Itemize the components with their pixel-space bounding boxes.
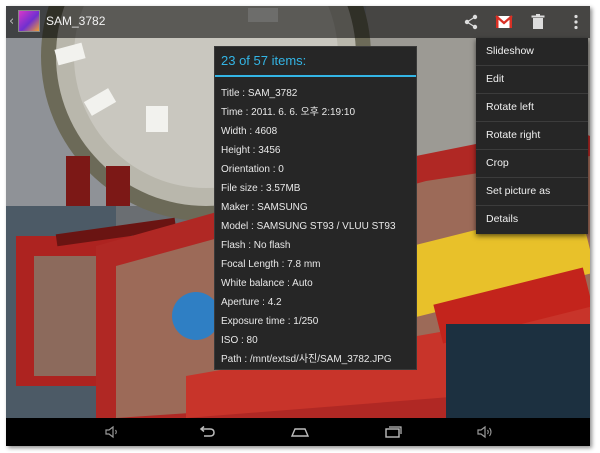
overflow-menu: Slideshow Edit Rotate left Rotate right … (476, 38, 588, 234)
detail-row-exposure-time: Exposure time : 1/250 (221, 316, 319, 327)
menu-item-rotate-left[interactable]: Rotate left (476, 94, 588, 122)
detail-row-maker: Maker : SAMSUNG (221, 202, 308, 213)
menu-item-edit[interactable]: Edit (476, 66, 588, 94)
recent-apps-icon[interactable] (381, 424, 405, 440)
dialog-divider (215, 75, 416, 77)
detail-row-file-size: File size : 3.57MB (221, 183, 301, 194)
menu-item-set-picture-as[interactable]: Set picture as (476, 178, 588, 206)
back-icon[interactable] (195, 424, 219, 440)
back-chevron-icon[interactable]: ‹ (9, 15, 14, 28)
photo-title: SAM_3782 (46, 14, 106, 28)
detail-row-iso: ISO : 80 (221, 335, 258, 346)
detail-row-path: Path : /mnt/extsd/사진/SAM_3782.JPG (221, 354, 392, 365)
detail-row-time: Time : 2011. 6. 6. 오후 2:19:10 (221, 107, 356, 118)
detail-row-width: Width : 4608 (221, 126, 278, 137)
detail-row-white-balance: White balance : Auto (221, 278, 313, 289)
volume-down-icon[interactable] (102, 424, 126, 440)
share-icon[interactable] (461, 12, 481, 32)
detail-row-height: Height : 3456 (221, 145, 281, 156)
tablet-screen: ‹ SAM_3782 23 of 57 items: Title: SAM_3… (6, 6, 590, 446)
menu-item-rotate-right[interactable]: Rotate right (476, 122, 588, 150)
trash-icon[interactable] (528, 12, 548, 32)
overflow-menu-icon[interactable] (566, 12, 586, 32)
gallery-thumbnail-icon[interactable] (18, 10, 40, 32)
navigation-bar (6, 418, 590, 446)
menu-item-crop[interactable]: Crop (476, 150, 588, 178)
home-icon[interactable] (288, 424, 312, 440)
detail-row-flash: Flash : No flash (221, 240, 291, 251)
menu-item-details[interactable]: Details (476, 206, 588, 234)
detail-list: Title : SAM_3782 Time : 2011. 6. 6. 오후 2… (221, 87, 396, 372)
gmail-icon[interactable] (494, 12, 514, 32)
volume-up-icon[interactable] (474, 424, 498, 440)
menu-item-slideshow[interactable]: Slideshow (476, 38, 588, 66)
detail-row-aperture: Aperture : 4.2 (221, 297, 282, 308)
detail-row-title: Title : SAM_3782 (221, 88, 298, 99)
details-dialog: 23 of 57 items: Title : SAM_3782 Time : … (214, 46, 417, 370)
action-bar: ‹ SAM_3782 (6, 6, 590, 38)
detail-row-focal-length: Focal Length : 7.8 mm (221, 259, 321, 270)
detail-row-model: Model : SAMSUNG ST93 / VLUU ST93 (221, 221, 396, 232)
dialog-title: 23 of 57 items: (221, 53, 307, 68)
detail-row-orientation: Orientation : 0 (221, 164, 284, 175)
